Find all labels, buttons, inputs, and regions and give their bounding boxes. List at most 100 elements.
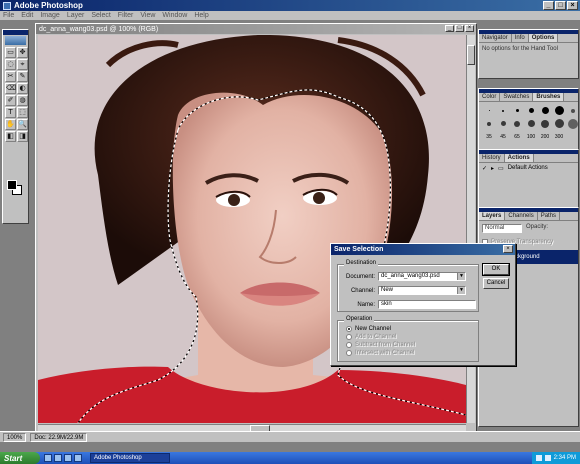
doc-maximize-button[interactable]: □ bbox=[455, 25, 464, 32]
start-button[interactable]: Start bbox=[0, 452, 40, 464]
menu-select[interactable]: Select bbox=[91, 12, 110, 19]
quickmask-mode-icon[interactable]: ◨ bbox=[17, 131, 28, 142]
tray-icon[interactable] bbox=[544, 455, 551, 461]
tab-paths[interactable]: Paths bbox=[538, 212, 561, 220]
operation-new-channel[interactable]: New Channel bbox=[346, 326, 391, 332]
move-tool-icon[interactable]: ✥ bbox=[17, 47, 28, 58]
quicklaunch-icon[interactable] bbox=[44, 454, 52, 462]
checkmark-icon[interactable]: ✓ bbox=[482, 165, 487, 172]
menu-image[interactable]: Image bbox=[40, 12, 59, 19]
blend-mode-select[interactable]: Normal bbox=[482, 224, 522, 233]
brush-tip[interactable] bbox=[483, 118, 495, 129]
channel-value: New bbox=[381, 287, 394, 293]
ok-button[interactable]: OK bbox=[482, 263, 510, 276]
name-label: Name: bbox=[357, 301, 375, 308]
vertical-scroll-thumb[interactable] bbox=[467, 45, 475, 65]
taskbar-item-photoshop[interactable]: Adobe Photoshop bbox=[90, 453, 170, 463]
doc-size[interactable]: Doc: 22.9M/22.9M bbox=[30, 432, 88, 442]
minimize-button[interactable]: _ bbox=[543, 1, 554, 10]
quicklaunch-icon[interactable] bbox=[74, 454, 82, 462]
standard-mode-icon[interactable]: ◧ bbox=[5, 131, 16, 142]
tab-swatches[interactable]: Swatches bbox=[500, 93, 534, 101]
magic-wand-tool-icon[interactable]: ⌖ bbox=[17, 59, 28, 70]
brush-tip[interactable] bbox=[497, 118, 509, 129]
clock[interactable]: 2:34 PM bbox=[554, 455, 576, 461]
channel-select[interactable]: New ▼ bbox=[378, 286, 466, 295]
radio-button[interactable] bbox=[346, 334, 352, 340]
eraser-tool-icon[interactable]: ⌫ bbox=[5, 83, 16, 94]
doc-minimize-button[interactable]: _ bbox=[445, 25, 454, 32]
tray-icon[interactable] bbox=[535, 455, 542, 461]
toolbox-titlebar[interactable] bbox=[3, 30, 28, 35]
crop-tool-icon[interactable]: ✂ bbox=[5, 71, 16, 82]
menu-window[interactable]: Window bbox=[162, 12, 187, 19]
line-tool-icon[interactable]: ⬚ bbox=[17, 107, 28, 118]
tab-navigator[interactable]: Navigator bbox=[479, 34, 512, 42]
menu-help[interactable]: Help bbox=[194, 12, 208, 19]
menu-file[interactable]: File bbox=[3, 12, 14, 19]
operation-subtract[interactable]: Subtract from Channel bbox=[346, 342, 415, 348]
brush-tip[interactable] bbox=[511, 105, 523, 116]
radio-button[interactable] bbox=[346, 342, 352, 348]
brush-tip[interactable] bbox=[483, 105, 495, 116]
options-message: No options for the Hand Tool bbox=[482, 46, 558, 52]
document-row: Document: dc_anna_wang03.psd ▼ bbox=[342, 272, 466, 281]
brush-tip[interactable] bbox=[553, 118, 565, 129]
pen-tool-icon[interactable]: ✐ bbox=[5, 95, 16, 106]
pencil-tool-icon[interactable]: ✎ bbox=[17, 71, 28, 82]
tab-channels[interactable]: Channels bbox=[505, 212, 538, 220]
tab-info[interactable]: Info bbox=[512, 34, 529, 42]
operation-intersect[interactable]: Intersect with Channel bbox=[346, 350, 414, 356]
tab-history[interactable]: History bbox=[479, 154, 505, 162]
brush-tip[interactable] bbox=[497, 105, 509, 116]
brush-tip[interactable] bbox=[525, 118, 537, 129]
dialog-title: Save Selection bbox=[334, 246, 384, 253]
foreground-color-swatch[interactable] bbox=[7, 180, 17, 190]
radio-button[interactable] bbox=[346, 350, 352, 356]
brush-tip[interactable] bbox=[525, 105, 537, 116]
photoshop-window: Adobe Photoshop _ □ × File Edit Image La… bbox=[0, 0, 580, 452]
quicklaunch-icon[interactable] bbox=[64, 454, 72, 462]
menu-filter[interactable]: Filter bbox=[118, 12, 134, 19]
brush-tip[interactable] bbox=[553, 105, 565, 116]
triangle-icon[interactable]: ▸ bbox=[491, 165, 494, 172]
dialog-close-button[interactable]: × bbox=[503, 245, 513, 253]
lasso-tool-icon[interactable]: ◌ bbox=[5, 59, 16, 70]
maximize-button[interactable]: □ bbox=[555, 1, 566, 10]
hand-tool-icon[interactable]: ✋ bbox=[5, 119, 16, 130]
cancel-button[interactable]: Cancel bbox=[483, 278, 509, 289]
tab-actions[interactable]: Actions bbox=[504, 154, 534, 162]
type-tool-icon[interactable]: T bbox=[5, 107, 16, 118]
tab-options[interactable]: Options bbox=[528, 34, 559, 42]
operation-option-label: Intersect with Channel bbox=[355, 350, 415, 356]
tab-color[interactable]: Color bbox=[479, 93, 501, 101]
chevron-down-icon[interactable]: ▼ bbox=[457, 273, 465, 280]
tab-layers[interactable]: Layers bbox=[479, 212, 506, 220]
zoom-tool-icon[interactable]: 🔍 bbox=[17, 119, 28, 130]
document-titlebar[interactable]: dc_anna_wang03.psd @ 100% (RGB) _ □ × bbox=[36, 24, 476, 34]
close-button[interactable]: × bbox=[567, 1, 578, 10]
chevron-down-icon[interactable]: ▼ bbox=[457, 287, 465, 294]
dialog-titlebar[interactable]: Save Selection bbox=[331, 244, 515, 255]
channel-label: Channel: bbox=[350, 287, 375, 294]
tab-brushes[interactable]: Brushes bbox=[533, 93, 565, 101]
blur-tool-icon[interactable]: ◍ bbox=[17, 95, 28, 106]
marquee-tool-icon[interactable]: ▭ bbox=[5, 47, 16, 58]
zoom-level[interactable]: 100% bbox=[3, 432, 27, 442]
quicklaunch-icon[interactable] bbox=[54, 454, 62, 462]
brush-tip[interactable] bbox=[567, 118, 579, 129]
brush-tip[interactable] bbox=[539, 118, 551, 129]
radio-button[interactable] bbox=[346, 326, 352, 332]
brush-tip[interactable] bbox=[511, 118, 523, 129]
doc-close-button[interactable]: × bbox=[465, 25, 474, 32]
brush-tip[interactable] bbox=[539, 105, 551, 116]
operation-add[interactable]: Add to Channel bbox=[346, 334, 396, 340]
document-select[interactable]: dc_anna_wang03.psd ▼ bbox=[378, 272, 466, 281]
name-input[interactable]: skin bbox=[378, 300, 476, 309]
menu-edit[interactable]: Edit bbox=[21, 12, 33, 19]
action-set-row[interactable]: ✓ ▸ ▭ Default Actions bbox=[479, 163, 578, 173]
brush-tip[interactable] bbox=[567, 105, 579, 116]
menu-layer[interactable]: Layer bbox=[67, 12, 85, 19]
dodge-tool-icon[interactable]: ◐ bbox=[17, 83, 28, 94]
menu-view[interactable]: View bbox=[140, 12, 155, 19]
